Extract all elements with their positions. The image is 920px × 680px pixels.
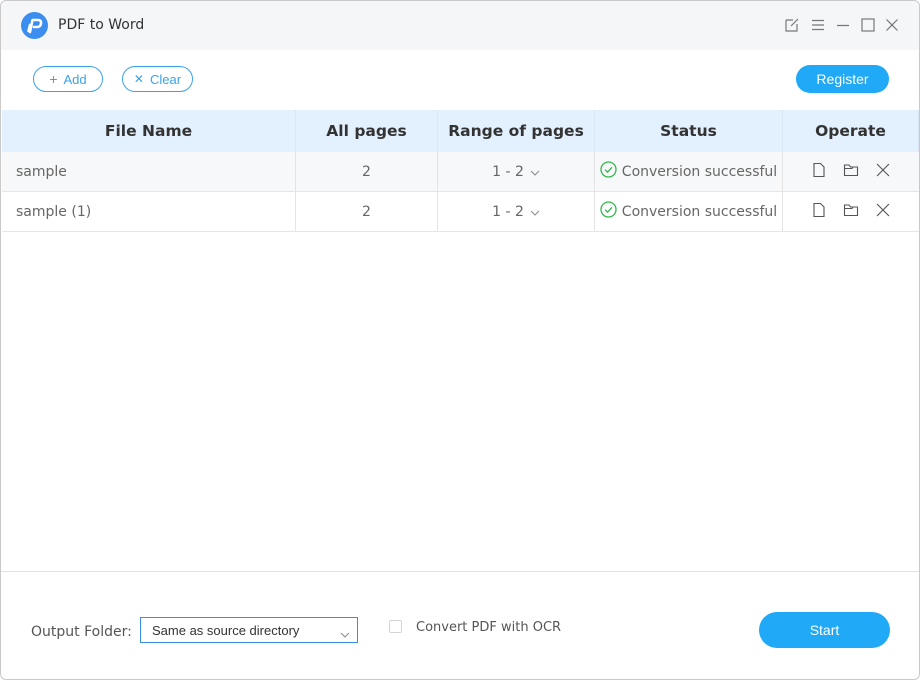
app-window: PDF to Word + Add ✕ Clear Register File … [0, 0, 920, 680]
range-value: 1 - 2 [492, 203, 524, 220]
maximize-icon[interactable] [859, 16, 877, 34]
check-circle-icon [600, 161, 617, 182]
plus-icon: + [49, 71, 58, 87]
range-dropdown[interactable]: 1 - 2 [438, 192, 595, 231]
title-bar: PDF to Word [1, 1, 919, 50]
all-pages: 2 [296, 152, 438, 191]
ocr-label[interactable]: Convert PDF with OCR [416, 620, 561, 635]
clear-button-label: Clear [149, 71, 182, 87]
delete-icon[interactable] [875, 162, 891, 182]
status-cell: Conversion successful [595, 192, 783, 231]
status-cell: Conversion successful [595, 152, 783, 191]
minimize-icon[interactable] [834, 16, 852, 34]
toolbar: + Add ✕ Clear Register [1, 50, 919, 110]
pdf-logo-icon [21, 12, 48, 39]
menu-icon[interactable] [809, 16, 827, 34]
x-icon: ✕ [133, 72, 144, 86]
close-icon[interactable] [883, 16, 901, 34]
range-value: 1 - 2 [492, 163, 524, 180]
folder-icon[interactable] [843, 162, 859, 182]
chevron-down-icon [340, 626, 350, 641]
table-row[interactable]: sample (1) 2 1 - 2 Conversion successful [2, 192, 919, 232]
ocr-checkbox[interactable] [389, 620, 402, 633]
chevron-down-icon [530, 164, 540, 180]
add-button[interactable]: + Add [33, 66, 103, 92]
column-header-status[interactable]: Status [595, 110, 783, 152]
footer-bar: Output Folder: Same as source directory … [1, 571, 919, 679]
column-header-all-pages[interactable]: All pages [296, 110, 438, 152]
file-icon[interactable] [811, 202, 827, 222]
app-title: PDF to Word [58, 17, 145, 33]
output-folder-value: Same as source directory [152, 622, 300, 638]
clear-button[interactable]: ✕ Clear [122, 66, 193, 92]
add-button-label: Add [63, 71, 87, 87]
folder-icon[interactable] [843, 202, 859, 222]
output-folder-select[interactable]: Same as source directory [140, 617, 358, 643]
all-pages: 2 [296, 192, 438, 231]
delete-icon[interactable] [875, 202, 891, 222]
operate-cell [783, 192, 919, 231]
column-header-file-name[interactable]: File Name [2, 110, 296, 152]
register-button[interactable]: Register [796, 65, 889, 93]
check-circle-icon [600, 201, 617, 222]
status-text: Conversion successful [621, 203, 778, 220]
range-dropdown[interactable]: 1 - 2 [438, 152, 595, 191]
file-table: File Name All pages Range of pages Statu… [2, 110, 919, 232]
table-row[interactable]: sample 2 1 - 2 Conversion successful [2, 152, 919, 192]
table-header: File Name All pages Range of pages Statu… [2, 110, 919, 152]
chevron-down-icon [530, 204, 540, 220]
operate-cell [783, 152, 919, 191]
column-header-range[interactable]: Range of pages [438, 110, 595, 152]
start-button[interactable]: Start [759, 612, 890, 648]
file-name: sample (1) [2, 192, 296, 231]
output-folder-label: Output Folder: [31, 624, 132, 640]
status-text: Conversion successful [621, 163, 778, 180]
feedback-icon[interactable] [783, 16, 801, 34]
file-name: sample [2, 152, 296, 191]
file-icon[interactable] [811, 162, 827, 182]
column-header-operate[interactable]: Operate [783, 110, 919, 152]
